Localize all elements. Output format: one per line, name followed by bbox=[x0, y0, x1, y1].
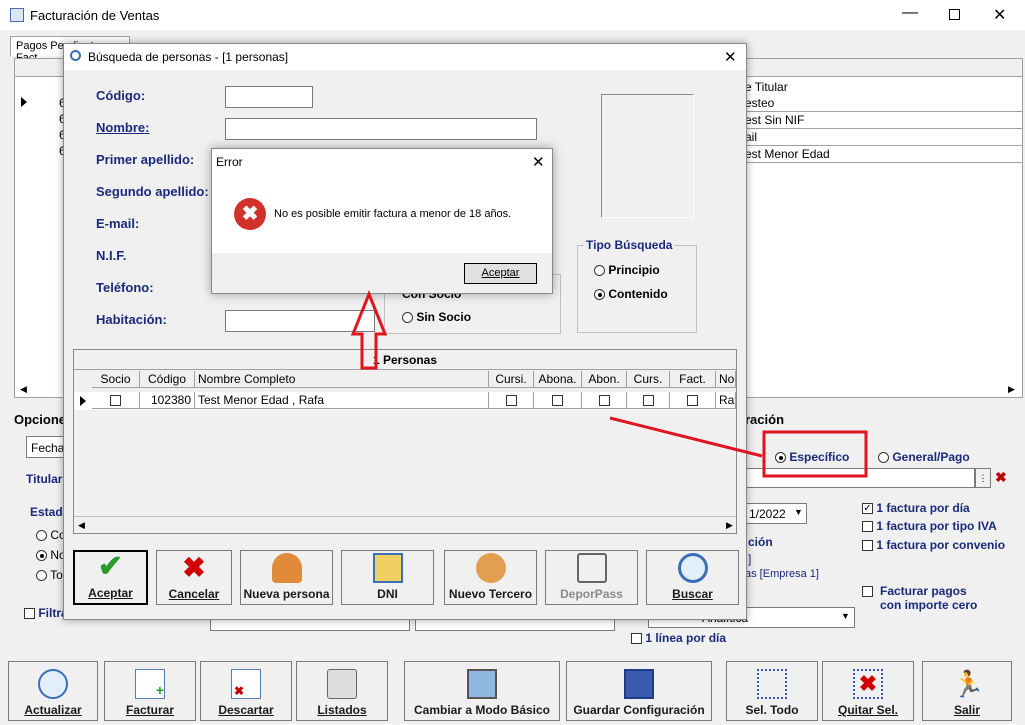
annotation-overlay bbox=[350, 289, 868, 478]
up-arrow-annotation bbox=[350, 289, 388, 370]
pointer-line-annotation bbox=[609, 416, 763, 458]
especifico-highlight bbox=[762, 430, 868, 478]
